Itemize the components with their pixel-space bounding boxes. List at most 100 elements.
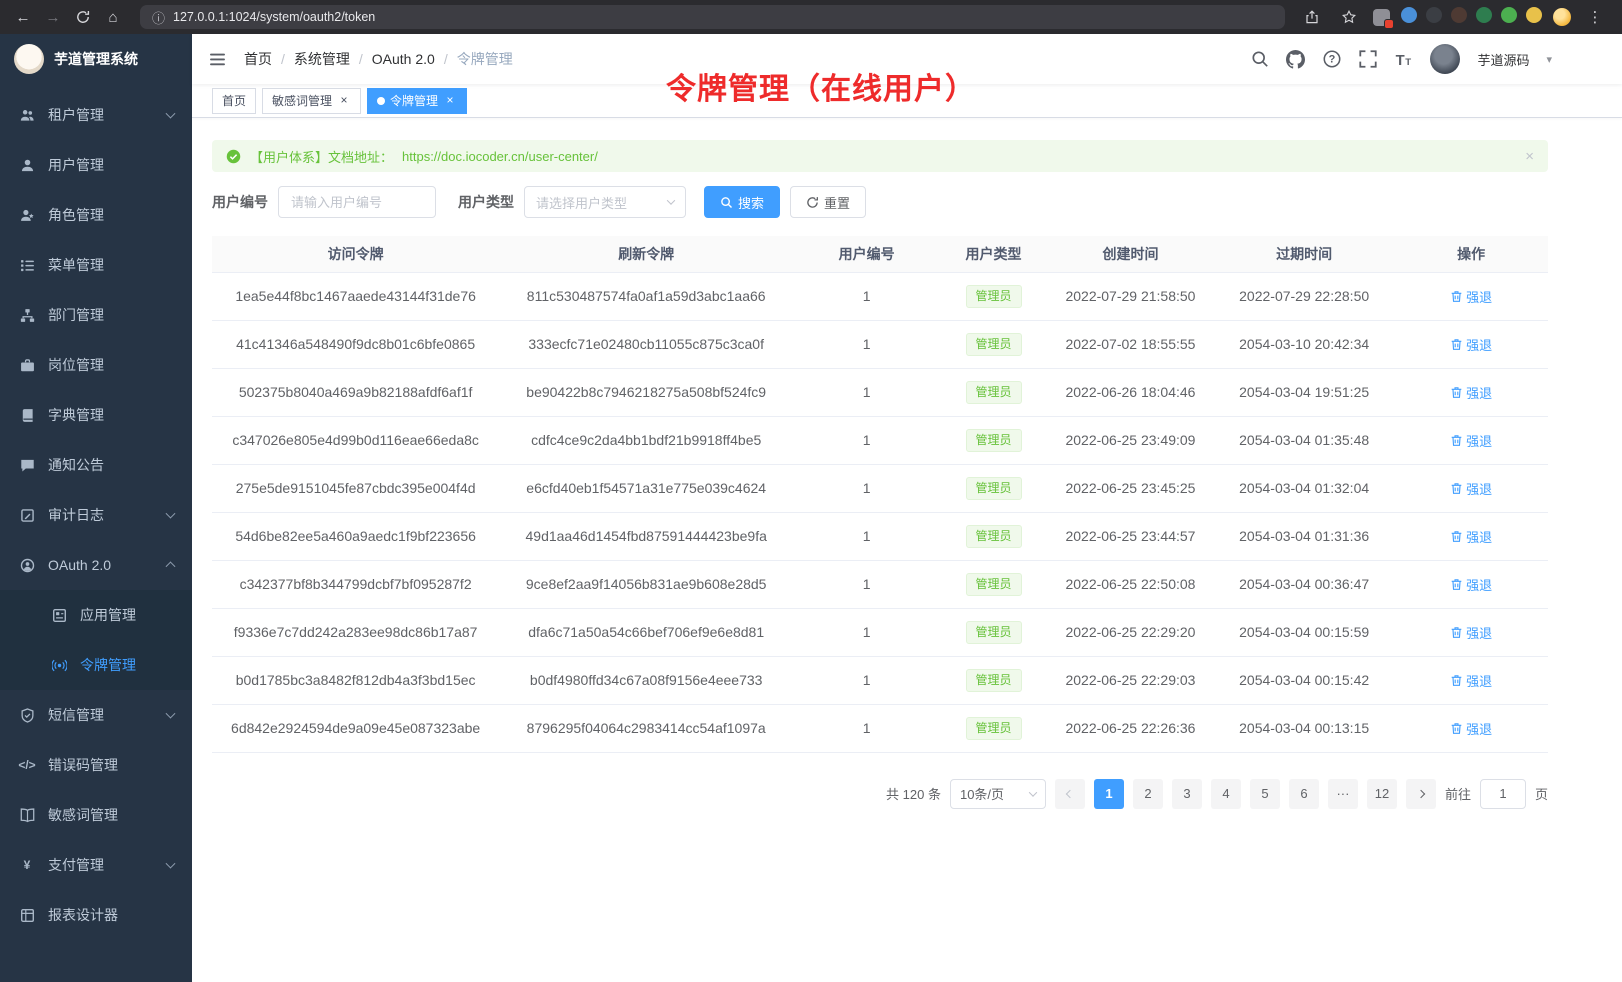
- page-size-select[interactable]: 10条/页: [950, 779, 1046, 809]
- column-header-2: 用户编号: [793, 236, 940, 272]
- user-id-input[interactable]: [278, 186, 436, 218]
- user-id-cell: 1: [793, 512, 940, 560]
- close-icon[interactable]: ×: [337, 94, 351, 108]
- expire-time-cell: 2054-03-04 01:35:48: [1214, 416, 1394, 464]
- tab-label: 令牌管理: [390, 92, 438, 109]
- browser-extension-icon[interactable]: [1451, 7, 1467, 23]
- force-logout-button[interactable]: 强退: [1450, 623, 1492, 642]
- page-button-4[interactable]: 4: [1211, 779, 1241, 809]
- doc-link[interactable]: https://doc.iocoder.cn/user-center/: [402, 149, 598, 164]
- chevron-down-icon: [166, 709, 176, 719]
- site-info-icon[interactable]: ⓘ: [152, 8, 165, 27]
- sidebar-item-dict[interactable]: 字典管理: [0, 390, 192, 440]
- sidebar-item-role[interactable]: 角色管理: [0, 190, 192, 240]
- sidebar-item-sensitive[interactable]: 敏感词管理: [0, 790, 192, 840]
- logo[interactable]: 芋道管理系统: [0, 34, 192, 84]
- github-icon[interactable]: [1286, 50, 1305, 69]
- breadcrumb-system[interactable]: 系统管理: [294, 49, 350, 69]
- back-button[interactable]: ←: [10, 4, 36, 30]
- share-icon[interactable]: [1299, 4, 1325, 30]
- goto-page-input[interactable]: [1480, 779, 1526, 809]
- page-button-2[interactable]: 2: [1133, 779, 1163, 809]
- sidebar-item-token[interactable]: 令牌管理: [0, 640, 192, 690]
- sidebar-item-oauth[interactable]: OAuth 2.0: [0, 540, 192, 590]
- force-logout-button[interactable]: 强退: [1450, 671, 1492, 690]
- force-logout-button[interactable]: 强退: [1450, 335, 1492, 354]
- caret-down-icon[interactable]: ▾: [1546, 53, 1552, 66]
- page-more-button[interactable]: ···: [1328, 779, 1358, 809]
- browser-menu-icon[interactable]: ⋮: [1582, 4, 1608, 30]
- page-button-1[interactable]: 1: [1094, 779, 1124, 809]
- close-icon[interactable]: ×: [443, 94, 457, 108]
- page-button-6[interactable]: 6: [1289, 779, 1319, 809]
- created-time-cell: 2022-06-25 23:44:57: [1047, 512, 1214, 560]
- browser-extension-icon[interactable]: [1526, 7, 1542, 23]
- force-logout-button[interactable]: 强退: [1450, 527, 1492, 546]
- browser-extension-icon[interactable]: [1476, 7, 1492, 23]
- sidebar-item-menu[interactable]: 菜单管理: [0, 240, 192, 290]
- user-type-label: 用户类型: [458, 192, 514, 212]
- sidebar-item-sms[interactable]: 短信管理: [0, 690, 192, 740]
- page-button-3[interactable]: 3: [1172, 779, 1202, 809]
- sidebar-item-user[interactable]: 用户管理: [0, 140, 192, 190]
- forward-button[interactable]: →: [40, 4, 66, 30]
- table-header-row: 访问令牌刷新令牌用户编号用户类型创建时间过期时间操作: [212, 236, 1548, 272]
- force-logout-button[interactable]: 强退: [1450, 383, 1492, 402]
- help-icon[interactable]: ?: [1322, 50, 1341, 69]
- force-logout-button[interactable]: 强退: [1450, 719, 1492, 738]
- breadcrumb-oauth[interactable]: OAuth 2.0: [372, 51, 435, 67]
- sidebar-item-tenant[interactable]: 租户管理: [0, 90, 192, 140]
- sidebar-item-dept[interactable]: 部门管理: [0, 290, 192, 340]
- alert-close-icon[interactable]: ×: [1525, 148, 1534, 165]
- force-logout-button[interactable]: 强退: [1450, 287, 1492, 306]
- search-icon[interactable]: [1250, 50, 1269, 69]
- sidebar-item-notice[interactable]: 通知公告: [0, 440, 192, 490]
- extension-badge-icon[interactable]: [1373, 9, 1390, 26]
- force-logout-button[interactable]: 强退: [1450, 431, 1492, 450]
- force-logout-button[interactable]: 强退: [1450, 575, 1492, 594]
- sidebar-item-audit[interactable]: 审计日志: [0, 490, 192, 540]
- user-id-cell: 1: [793, 608, 940, 656]
- font-size-icon[interactable]: TT: [1394, 50, 1413, 69]
- tab-sensitive-word[interactable]: 敏感词管理 ×: [262, 88, 361, 114]
- reset-button[interactable]: 重置: [790, 186, 866, 218]
- access-token-cell: b0d1785bc3a8482f812db4a3f3bd15ec: [212, 656, 499, 704]
- browser-profile-avatar[interactable]: [1553, 8, 1571, 26]
- total-count: 共 120 条: [886, 784, 941, 803]
- table-row: c342377bf8b344799dcbf7bf095287f29ce8ef2a…: [212, 560, 1548, 608]
- refresh-token-cell: be90422b8c7946218275a508bf524fc9: [499, 368, 793, 416]
- page-buttons: 123456···12: [1094, 779, 1397, 809]
- page-button-5[interactable]: 5: [1250, 779, 1280, 809]
- sidebar-item-errcode[interactable]: </>错误码管理: [0, 740, 192, 790]
- sidebar-item-app[interactable]: 应用管理: [0, 590, 192, 640]
- chevron-down-icon: [166, 509, 176, 519]
- sidebar-item-pay[interactable]: ¥支付管理: [0, 840, 192, 890]
- url-bar[interactable]: ⓘ 127.0.0.1:1024/system/oauth2/token: [140, 5, 1285, 29]
- prev-page-button[interactable]: [1055, 779, 1085, 809]
- home-button[interactable]: ⌂: [100, 4, 126, 30]
- reload-button[interactable]: [70, 4, 96, 30]
- hamburger-icon[interactable]: [206, 48, 228, 70]
- trash-icon: [1450, 722, 1463, 735]
- browser-extension-icon[interactable]: [1401, 7, 1417, 23]
- force-logout-button[interactable]: 强退: [1450, 479, 1492, 498]
- search-button[interactable]: 搜索: [704, 186, 780, 218]
- breadcrumb: 首页 / 系统管理 / OAuth 2.0 / 令牌管理: [244, 49, 513, 69]
- bookmark-star-icon[interactable]: [1336, 4, 1362, 30]
- chevron-down-icon: [166, 109, 176, 119]
- browser-extension-icon[interactable]: [1426, 7, 1442, 23]
- breadcrumb-home[interactable]: 首页: [244, 49, 272, 69]
- browser-extension-icon[interactable]: [1501, 7, 1517, 23]
- page-button-12[interactable]: 12: [1367, 779, 1397, 809]
- tab-token[interactable]: 令牌管理 ×: [367, 88, 467, 114]
- sidebar-item-post[interactable]: 岗位管理: [0, 340, 192, 390]
- fullscreen-icon[interactable]: [1358, 50, 1377, 69]
- user-avatar[interactable]: [1430, 44, 1460, 74]
- user-type-select[interactable]: 请选择用户类型: [524, 186, 686, 218]
- sidebar-item-report[interactable]: 报表设计器: [0, 890, 192, 940]
- tab-home[interactable]: 首页: [212, 88, 256, 114]
- username[interactable]: 芋道源码: [1477, 50, 1529, 69]
- trash-icon: [1450, 386, 1463, 399]
- next-page-button[interactable]: [1406, 779, 1436, 809]
- table-row: c347026e805e4d99b0d116eae66eda8ccdfc4ce9…: [212, 416, 1548, 464]
